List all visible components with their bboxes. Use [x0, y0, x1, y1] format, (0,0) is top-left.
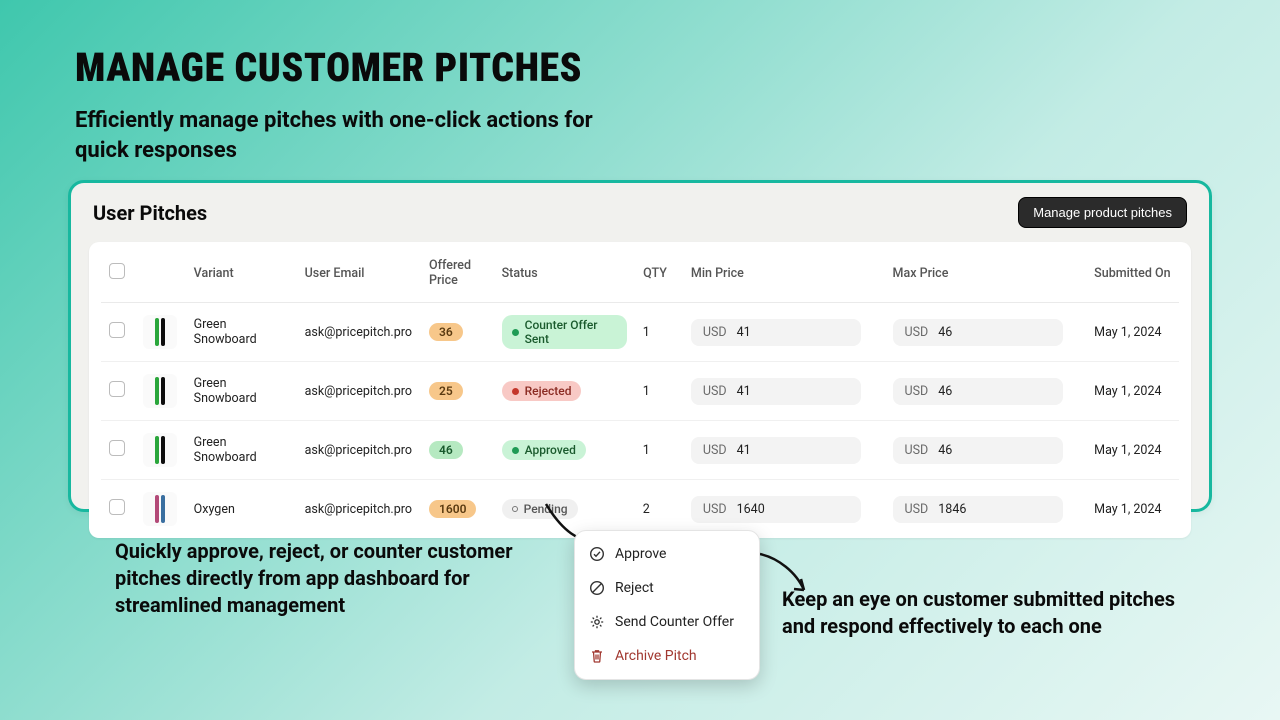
table-row: Green Snowboardask@pricepitch.pro 25 Rejec… — [101, 362, 1179, 421]
menu-approve[interactable]: Approve — [575, 537, 759, 571]
max-price-field[interactable]: USD1846 — [893, 496, 1063, 523]
max-price-field[interactable]: USD46 — [893, 319, 1063, 346]
menu-reject-label: Reject — [615, 580, 654, 596]
cell-email: ask@pricepitch.pro — [297, 303, 421, 362]
cell-submitted: May 1, 2024 — [1086, 303, 1179, 362]
col-header-submitted: Submitted On — [1086, 242, 1179, 303]
row-checkbox[interactable] — [109, 322, 125, 338]
menu-approve-label: Approve — [615, 546, 666, 562]
callout-left: Quickly approve, reject, or counter cust… — [115, 538, 545, 619]
trash-icon — [589, 648, 605, 664]
callout-right: Keep an eye on customer submitted pitche… — [782, 586, 1182, 640]
min-price-field[interactable]: USD41 — [691, 437, 861, 464]
menu-counter[interactable]: Send Counter Offer — [575, 605, 759, 639]
col-header-status: Status — [494, 242, 635, 303]
product-thumb — [143, 492, 177, 526]
status-badge: Rejected — [502, 381, 582, 401]
cell-variant: Green Snowboard — [186, 362, 297, 421]
row-checkbox[interactable] — [109, 499, 125, 515]
offered-price-badge: 46 — [429, 441, 463, 459]
check-circle-icon — [589, 546, 605, 562]
menu-counter-label: Send Counter Offer — [615, 614, 734, 630]
table-row: Green Snowboardask@pricepitch.pro 46 Appro… — [101, 421, 1179, 480]
cell-submitted: May 1, 2024 — [1086, 362, 1179, 421]
cell-submitted: May 1, 2024 — [1086, 421, 1179, 480]
cell-variant: Oxygen — [186, 480, 297, 539]
max-price-field[interactable]: USD46 — [893, 378, 1063, 405]
user-pitches-panel: User Pitches Manage product pitches Vari… — [68, 180, 1212, 512]
cell-variant: Green Snowboard — [186, 303, 297, 362]
cell-qty: 1 — [635, 362, 683, 421]
row-checkbox[interactable] — [109, 440, 125, 456]
cell-qty: 1 — [635, 303, 683, 362]
col-header-max: Max Price — [885, 242, 1087, 303]
cell-email: ask@pricepitch.pro — [297, 480, 421, 539]
col-header-min: Min Price — [683, 242, 885, 303]
status-badge: Approved — [502, 440, 586, 460]
pitch-actions-menu: Approve Reject Send Counter Offer Archiv… — [574, 530, 760, 680]
select-all-checkbox[interactable] — [109, 263, 125, 279]
menu-archive-label: Archive Pitch — [615, 648, 697, 664]
cell-email: ask@pricepitch.pro — [297, 421, 421, 480]
ban-icon — [589, 580, 605, 596]
product-thumb — [143, 374, 177, 408]
manage-product-pitches-button[interactable]: Manage product pitches — [1018, 197, 1187, 228]
max-price-field[interactable]: USD46 — [893, 437, 1063, 464]
panel-title: User Pitches — [93, 201, 207, 225]
cell-submitted: May 1, 2024 — [1086, 480, 1179, 539]
offered-price-badge: 25 — [429, 382, 463, 400]
col-header-qty: QTY — [635, 242, 683, 303]
product-thumb — [143, 315, 177, 349]
col-header-variant: Variant — [186, 242, 297, 303]
table-row: Green Snowboardask@pricepitch.pro 36 Count… — [101, 303, 1179, 362]
hero-title: MANAGE CUSTOMER PITCHES — [75, 44, 582, 91]
col-header-email: User Email — [297, 242, 421, 303]
col-header-offered: Offered Price — [421, 242, 494, 303]
offered-price-badge: 36 — [429, 323, 463, 341]
cell-qty: 1 — [635, 421, 683, 480]
row-checkbox[interactable] — [109, 381, 125, 397]
menu-archive[interactable]: Archive Pitch — [575, 639, 759, 673]
gear-icon — [589, 614, 605, 630]
min-price-field[interactable]: USD1640 — [691, 496, 861, 523]
offered-price-badge: 1600 — [429, 500, 476, 518]
pitches-table: Variant User Email Offered Price Status … — [89, 242, 1191, 538]
status-badge: Counter Offer Sent — [502, 315, 627, 349]
cell-email: ask@pricepitch.pro — [297, 362, 421, 421]
menu-reject[interactable]: Reject — [575, 571, 759, 605]
cell-variant: Green Snowboard — [186, 421, 297, 480]
min-price-field[interactable]: USD41 — [691, 378, 861, 405]
hero-subtitle: Efficiently manage pitches with one-clic… — [75, 106, 615, 165]
min-price-field[interactable]: USD41 — [691, 319, 861, 346]
product-thumb — [143, 433, 177, 467]
